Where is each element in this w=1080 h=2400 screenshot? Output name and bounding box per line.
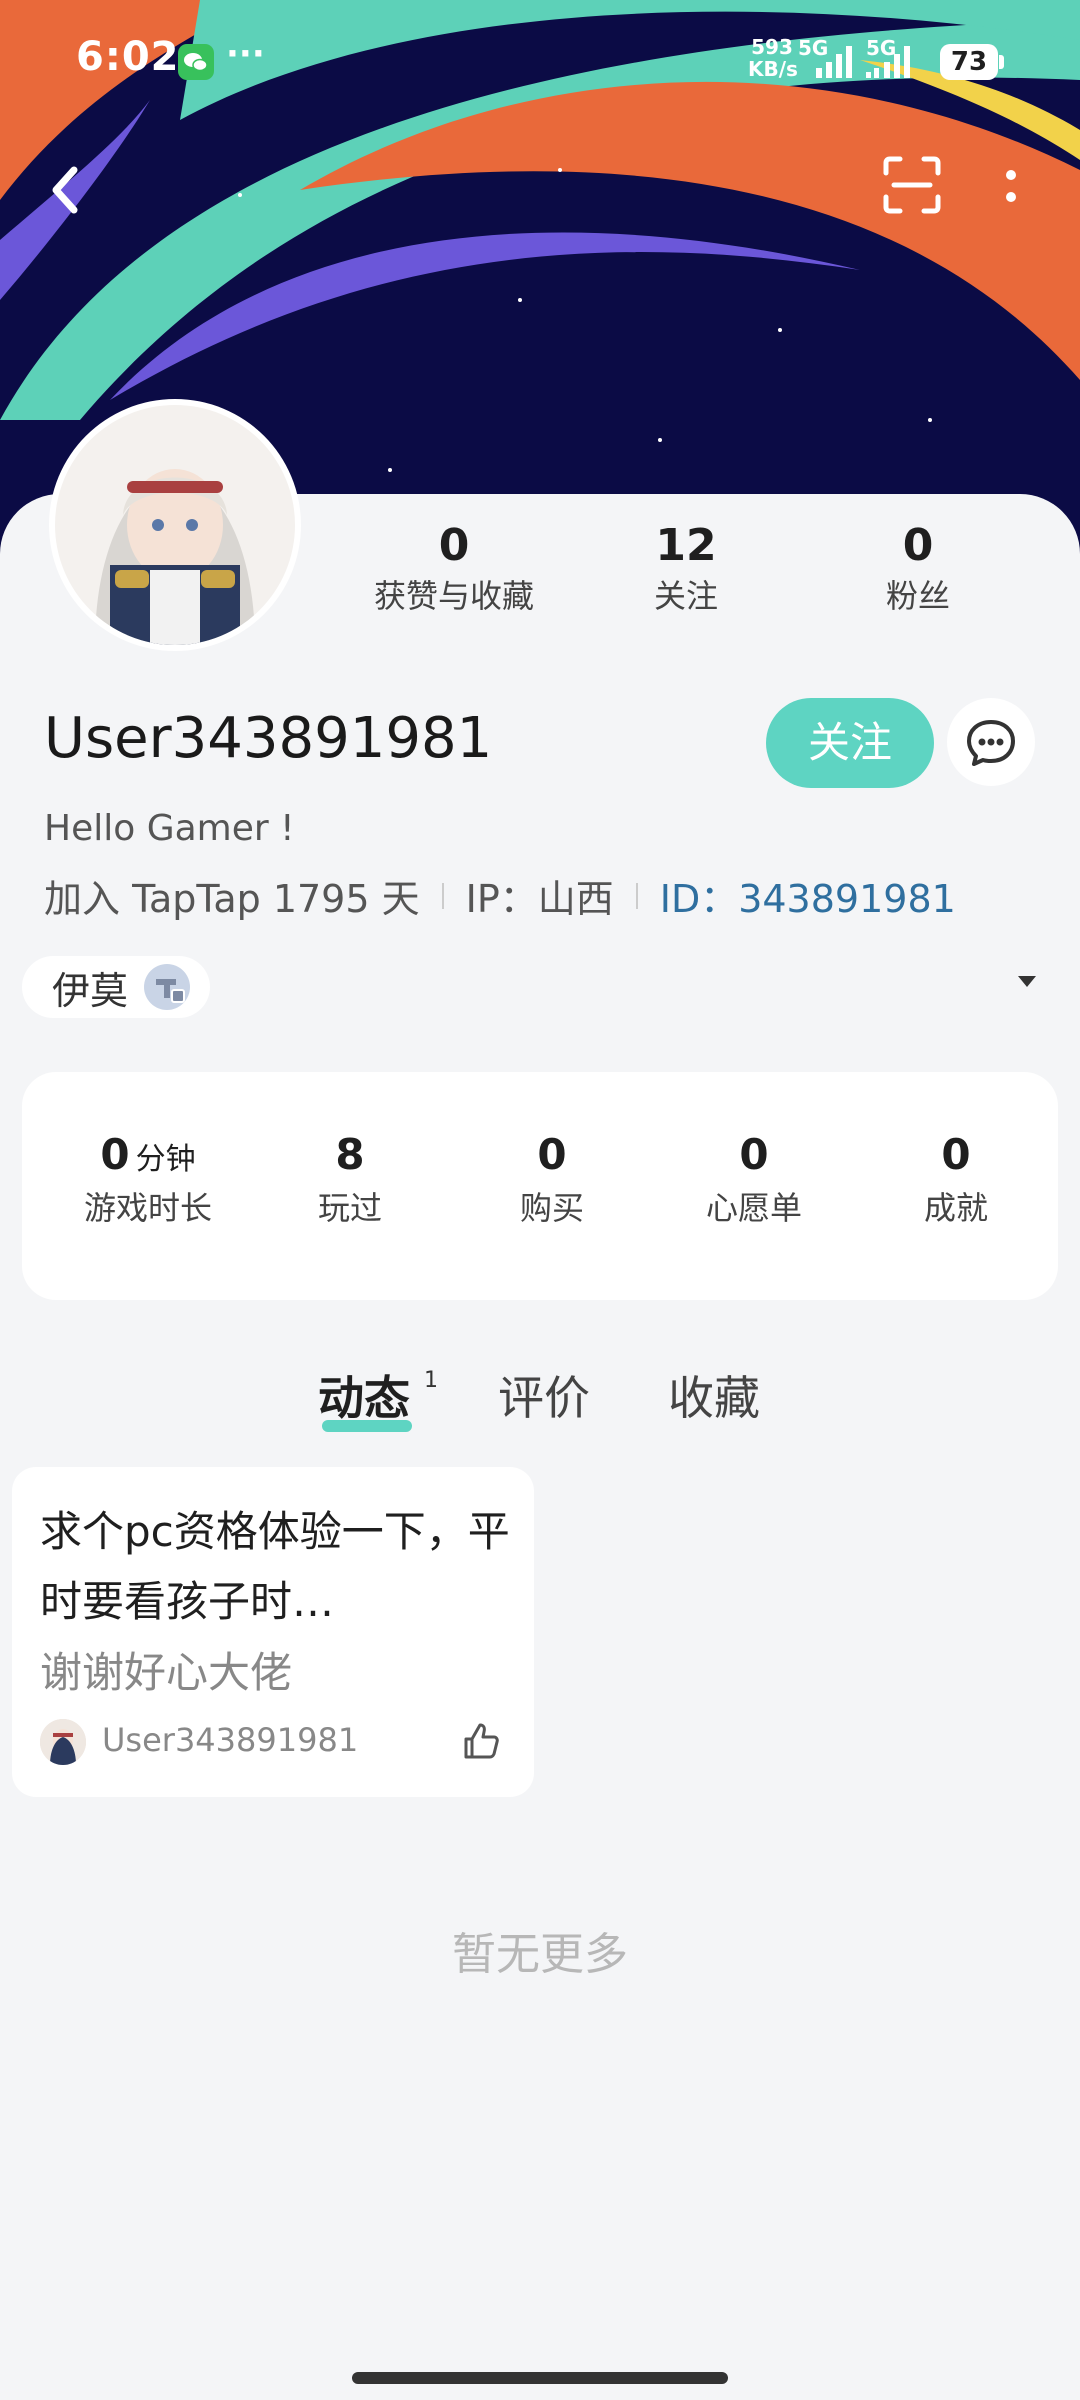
stat-value: 0 [739, 1130, 769, 1179]
stat-followers[interactable]: 0 粉丝 [818, 520, 1018, 617]
more-vertical-icon [1006, 170, 1016, 202]
post-author-avatar[interactable] [40, 1719, 86, 1765]
signal-icon [812, 44, 858, 84]
stat-playtime[interactable]: 0 分钟 游戏时长 [48, 1130, 248, 1229]
post-card[interactable]: 求个pc资格体验一下，平时要看孩子时… 谢谢好心大佬 User343891981 [12, 1467, 534, 1797]
stat-value: 0 分钟 [100, 1130, 196, 1179]
stat-likes[interactable]: 0 获赞与收藏 [354, 520, 554, 617]
avatar[interactable] [55, 405, 295, 645]
net-speed-unit: KB/s [748, 57, 798, 81]
scan-button[interactable] [882, 155, 942, 215]
tab-indicator [322, 1420, 412, 1432]
joined-days: 加入 TapTap 1795 天 [44, 877, 420, 921]
chat-bubble-icon [967, 720, 1015, 766]
no-more-text: 暂无更多 [452, 1929, 628, 1980]
signal-icon [866, 44, 926, 84]
stat-purchased[interactable]: 0 购买 [452, 1130, 652, 1229]
tab-favorites[interactable]: 收藏 [668, 1362, 760, 1428]
wechat-icon [178, 44, 214, 80]
game-stats-card: 0 分钟 游戏时长 8 玩过 0 购买 0 心愿单 0 成就 [22, 1072, 1058, 1300]
back-button[interactable] [44, 160, 88, 220]
battery-indicator: 73 [940, 44, 1004, 80]
stat-label: 心愿单 [705, 1189, 802, 1227]
game-chip[interactable]: 伊莫 [22, 956, 211, 1018]
stat-value: 12 [655, 520, 717, 571]
net-speed-value: 593 [751, 35, 793, 59]
avatar-image [55, 405, 295, 645]
content-tabs: 动态 1 评价 收藏 [0, 1362, 1080, 1442]
tab-label: 动态 [318, 1371, 410, 1425]
message-button[interactable] [947, 698, 1035, 786]
bio-text: Hello Gamer ! [44, 808, 295, 849]
stat-value: 0 [902, 520, 934, 571]
divider [635, 882, 638, 909]
profile-sheet [0, 494, 1080, 2400]
like-button[interactable] [458, 1719, 502, 1763]
divider [441, 882, 444, 909]
stat-wishlist[interactable]: 0 心愿单 [654, 1130, 854, 1229]
stat-label: 成就 [923, 1189, 988, 1227]
stat-label: 玩过 [317, 1189, 382, 1227]
stat-label: 游戏时长 [83, 1189, 212, 1227]
net-speed: 593 KB/s [748, 35, 798, 81]
stat-value: 0 [941, 1130, 971, 1179]
username: User343891981 [44, 706, 493, 771]
stat-label: 购买 [519, 1189, 584, 1227]
tab-posts[interactable]: 动态 [318, 1362, 410, 1428]
stat-value: 8 [335, 1130, 365, 1179]
profile-meta: 加入 TapTap 1795 天 IP：山西 ID：343891981 [44, 868, 956, 923]
stat-label: 粉丝 [885, 577, 950, 615]
stat-following[interactable]: 12 关注 [586, 520, 786, 617]
scan-icon [883, 156, 941, 214]
tab-label: 收藏 [668, 1371, 760, 1425]
stat-achievements[interactable]: 0 成就 [856, 1130, 1056, 1229]
more-button[interactable] [996, 165, 1026, 215]
tab-reviews[interactable]: 评价 [498, 1362, 590, 1428]
stat-value: 0 [537, 1130, 567, 1179]
home-indicator[interactable] [352, 2372, 728, 2384]
post-author-name[interactable]: User343891981 [102, 1721, 358, 1759]
game-chip-label: 伊莫 [52, 968, 129, 1013]
chevron-left-icon [52, 166, 78, 214]
status-overflow: ··· [226, 34, 265, 74]
follow-button[interactable]: 关注 [766, 698, 934, 788]
user-id[interactable]: ID：343891981 [660, 868, 956, 923]
taptap-badge-icon [144, 964, 191, 1010]
tab-label: 评价 [498, 1371, 590, 1425]
thumbs-up-icon [464, 1723, 499, 1759]
post-subtitle: 谢谢好心大佬 [40, 1648, 293, 1697]
stat-played[interactable]: 8 玩过 [250, 1130, 450, 1229]
ip-location: IP：山西 [465, 877, 614, 921]
status-time: 6:02 [76, 34, 180, 80]
tab-badge: 1 [424, 1368, 438, 1393]
stat-label: 获赞与收藏 [373, 577, 534, 615]
chevron-down-icon[interactable] [1018, 976, 1036, 987]
stat-label: 关注 [653, 577, 718, 615]
post-title: 求个pc资格体验一下，平时要看孩子时… [40, 1507, 510, 1626]
stat-value: 0 [438, 520, 470, 571]
